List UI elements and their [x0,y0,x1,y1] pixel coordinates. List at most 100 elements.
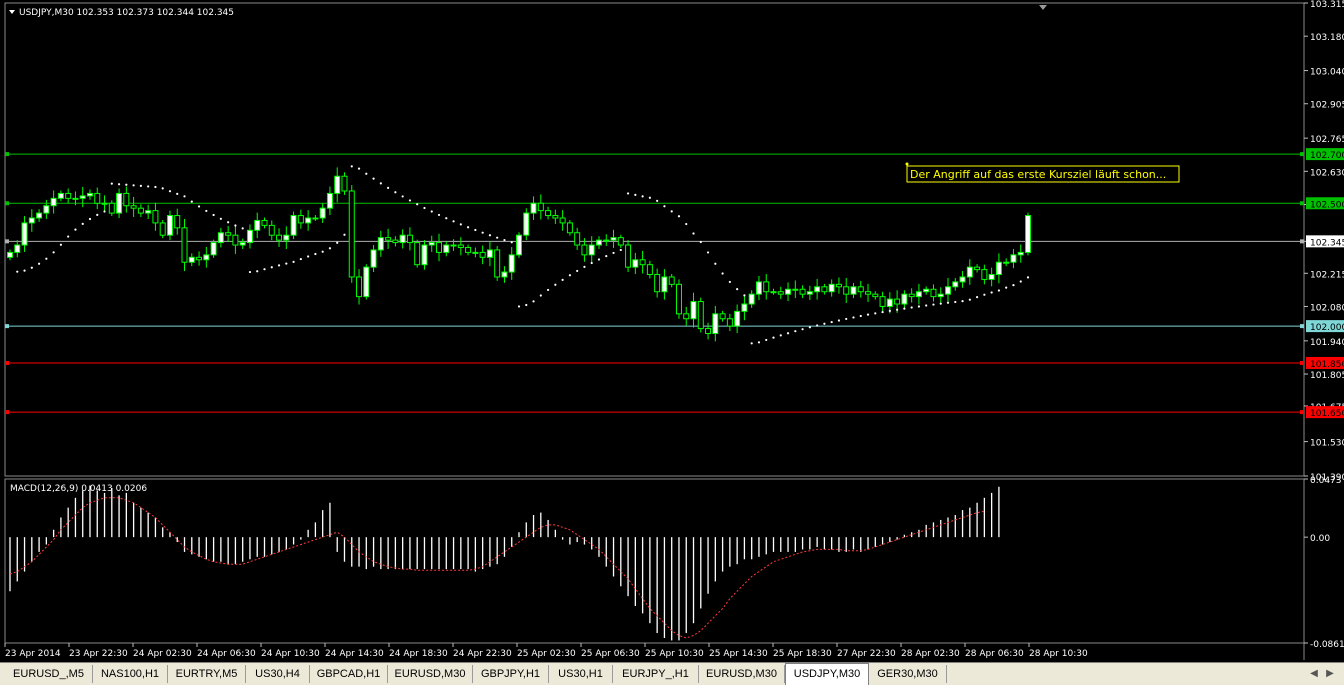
tab-us30-h1[interactable]: US30,H1 [549,665,613,683]
tab-us30-h4[interactable]: US30,H4 [246,665,310,683]
candle-body [966,266,973,278]
tab-eurusd-m30[interactable]: EURUSD,M30 [388,665,473,683]
sar-dot [197,205,201,208]
level-line-handle [5,239,9,244]
sar-dot [16,270,19,273]
candle-body [79,195,86,199]
sar-dot [234,224,237,227]
sar-dot [576,269,579,273]
time-axis-label: 27 Apr 22:30 [837,649,896,659]
price-axis-label: 103.180 [1310,33,1344,43]
level-line-handle [1300,410,1304,415]
candle-body [654,274,661,293]
candle-body [675,283,682,315]
sar-dot [503,238,506,242]
level-line-handle [5,410,9,415]
candle-body [50,197,57,207]
tab-scroll-left-icon[interactable]: ◀ [1308,667,1320,681]
sar-dot [939,302,942,305]
sar-dot [925,304,928,307]
sar-dot [37,262,41,265]
candle-body [894,298,901,305]
candle-body [959,276,966,283]
sar-dot [510,241,513,244]
annotation-anchor [905,162,909,166]
sar-dot [488,234,492,237]
sar-dot [299,257,302,261]
level-line-handle [5,201,9,206]
candle-body [523,212,530,236]
candle [494,246,501,281]
sar-dot [699,240,702,244]
tab-usdjpy-m30[interactable]: USDJPY,M30 [785,663,869,685]
tab-nas100-h1[interactable]: NAS100,H1 [93,665,168,683]
tab-gbpcad-h1[interactable]: GBPCAD,H1 [310,665,388,683]
time-axis-label: 28 Apr 06:30 [965,649,1024,659]
candle-body [152,210,159,224]
sar-dot [801,328,804,331]
sar-dot [888,309,891,312]
candle-body [639,259,646,266]
annotation-text: Der Angriff auf das erste Kursziel läuft… [910,168,1166,181]
sar-dot [190,200,193,203]
tab-ger30-m30[interactable]: GER30,M30 [869,665,947,683]
tab-eurusd-m5[interactable]: EURUSD_,M5 [5,665,93,683]
price-axis-label: 102.630 [1310,168,1344,178]
time-axis-label: 24 Apr 14:30 [325,649,384,659]
time-axis-label: 28 Apr 02:30 [901,649,960,659]
candle-body [65,192,72,199]
sar-dot [416,203,419,206]
candle-body [610,237,617,241]
candle-body [668,276,675,285]
level-price-label: 102.500 [1310,200,1344,210]
sar-dot [794,330,797,333]
sar-dot [663,205,666,208]
candle-body [421,244,428,266]
candle-body [246,229,253,244]
candle-body [341,175,348,192]
sar-dot [110,182,113,185]
sar-dot [845,317,848,321]
tab-eurusd-m30[interactable]: EURUSD,M30 [699,665,785,683]
price-axis-label: 102.765 [1310,135,1344,145]
level-price-label: 102.345 [1310,238,1344,248]
sar-dot [496,236,499,239]
sar-dot [990,291,993,294]
candle-body [1017,251,1024,256]
candle-body [283,234,290,241]
candle-body [254,219,261,231]
candle-body [915,291,922,298]
sar-dot [634,193,637,197]
candle-body [181,227,188,263]
sar-dot [997,289,1001,292]
sar-dot [212,213,215,217]
sar-dot [612,251,615,255]
sar-dot [365,172,368,175]
tab-eurtry-m5[interactable]: EURTRY,M5 [168,665,246,683]
candle-body [574,232,581,246]
time-axis-label: 24 Apr 02:30 [133,649,192,659]
candle [625,240,632,273]
macd-axis-label: 0.0473 [1310,476,1342,486]
candle-body [617,237,624,246]
candle-body [661,276,668,293]
trading-chart[interactable]: 103.315 103.180 103.040 102.905 102.765 102.6… [0,0,1344,662]
candle-body [196,256,203,261]
candle-body [705,328,712,334]
sar-dot [219,217,222,220]
sar-dot [1019,280,1022,283]
tab-eurjpy-h1[interactable]: EURJPY_,H1 [613,665,699,683]
candle-body [697,301,704,330]
tab-gbpjpy-h1[interactable]: GBPJPY,H1 [473,665,549,683]
time-axis-label: 24 Apr 18:30 [389,649,448,659]
sar-dot [852,316,855,319]
sar-dot [285,262,288,265]
candle-body [857,286,864,293]
tab-scroll-right-icon[interactable]: ▶ [1324,667,1336,681]
sar-dot [23,269,26,272]
candle-body [712,313,719,334]
sar-dot [117,183,121,186]
time-axis-label: 25 Apr 18:30 [773,649,832,659]
sar-dot [532,300,535,303]
candle-body [690,301,697,320]
